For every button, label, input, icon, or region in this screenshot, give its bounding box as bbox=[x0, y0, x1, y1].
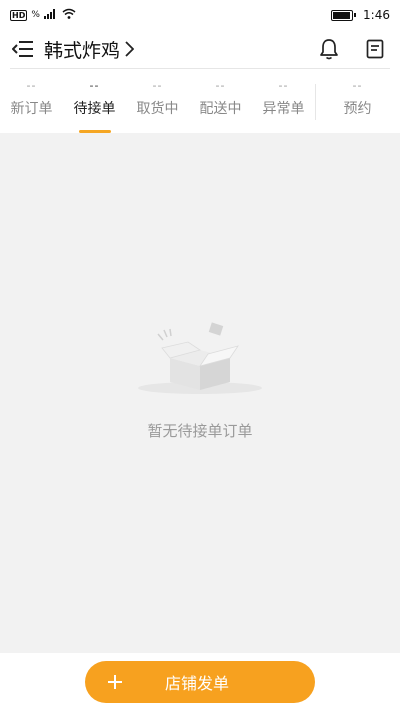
tab-picking-up[interactable]: -- 取货中 bbox=[126, 78, 189, 133]
header-divider bbox=[10, 68, 390, 69]
tab-exceptions[interactable]: -- 异常单 bbox=[252, 78, 315, 133]
hd-network-icon: HD bbox=[10, 9, 28, 21]
notifications-button[interactable] bbox=[316, 36, 342, 62]
tab-label: 取货中 bbox=[136, 101, 179, 117]
chevron-right-icon bbox=[124, 41, 135, 57]
store-dispatch-label: 店铺发单 bbox=[165, 674, 230, 693]
clock: 1:46 bbox=[363, 8, 390, 22]
plus-icon bbox=[85, 674, 145, 690]
tab-label: 待接单 bbox=[73, 101, 116, 117]
battery-icon bbox=[331, 9, 357, 21]
tab-count: -- bbox=[278, 79, 289, 92]
empty-box-icon bbox=[138, 322, 262, 394]
order-records-button[interactable] bbox=[362, 36, 388, 62]
order-status-tabs: -- 新订单 -- 待接单 -- 取货中 -- 配送中 -- 异常单 -- 预约 bbox=[0, 78, 400, 133]
store-switcher[interactable]: 韩式炸鸡 bbox=[44, 36, 135, 63]
tab-label: 配送中 bbox=[199, 101, 242, 117]
tab-label: 异常单 bbox=[262, 101, 305, 117]
tab-label: 新订单 bbox=[10, 101, 53, 117]
tab-count: -- bbox=[152, 79, 163, 92]
header-actions bbox=[316, 36, 390, 62]
tab-count: -- bbox=[352, 79, 363, 92]
empty-state-message: 暂无待接单订单 bbox=[147, 422, 253, 440]
signal-icon bbox=[43, 8, 58, 22]
tab-new-orders[interactable]: -- 新订单 bbox=[0, 78, 63, 133]
status-right: 1:46 bbox=[331, 8, 390, 22]
tab-pending-accept[interactable]: -- 待接单 bbox=[63, 78, 126, 133]
tab-count: -- bbox=[215, 79, 226, 92]
speed-icon: % bbox=[31, 10, 40, 20]
menu-collapse-icon bbox=[12, 41, 33, 57]
tab-label: 预约 bbox=[343, 101, 372, 117]
bottom-action-bar: 店铺发单 bbox=[0, 653, 400, 711]
tab-reservations[interactable]: -- 预约 bbox=[316, 78, 399, 133]
document-icon bbox=[366, 39, 384, 59]
tab-count: -- bbox=[89, 79, 100, 92]
store-dispatch-button[interactable]: 店铺发单 bbox=[85, 661, 315, 703]
status-bar: HD % 1:46 bbox=[0, 0, 400, 30]
page-title: 韩式炸鸡 bbox=[44, 39, 121, 62]
bell-icon bbox=[320, 39, 338, 60]
status-left: HD % bbox=[10, 8, 76, 22]
tab-count: -- bbox=[26, 79, 37, 92]
order-list-area[interactable]: 暂无待接单订单 bbox=[0, 133, 400, 653]
tab-delivering[interactable]: -- 配送中 bbox=[189, 78, 252, 133]
menu-collapse-button[interactable] bbox=[10, 36, 36, 62]
title-bar: 韩式炸鸡 bbox=[0, 30, 400, 68]
wifi-icon bbox=[62, 8, 76, 22]
